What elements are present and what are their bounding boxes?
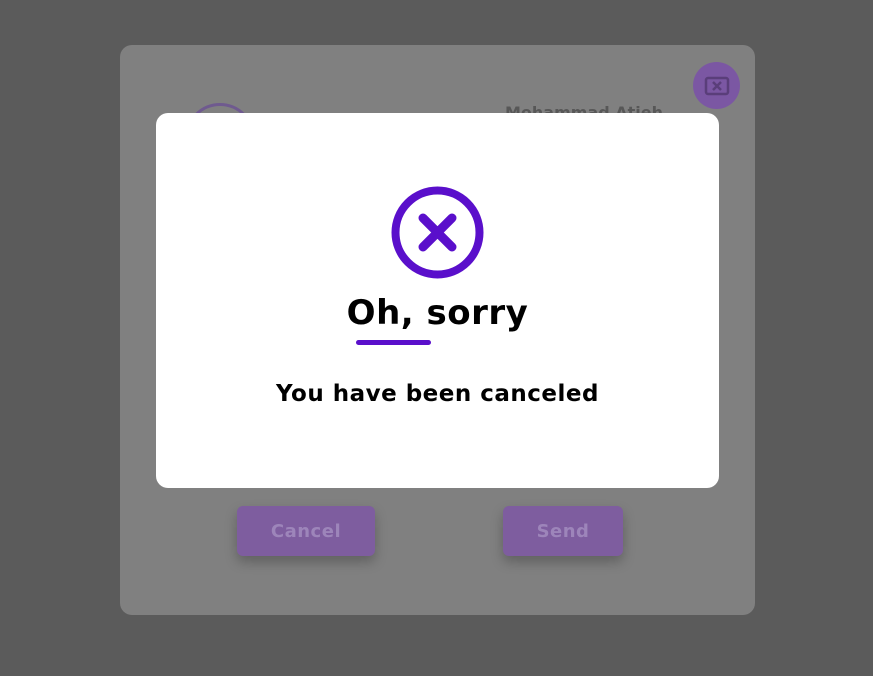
dialog-title: Oh, sorry xyxy=(346,293,529,333)
cancel-dialog: Oh, sorry You have been canceled xyxy=(156,113,719,488)
background-close-button[interactable] xyxy=(693,62,740,109)
title-underline xyxy=(356,340,431,345)
close-window-icon xyxy=(704,76,729,95)
cancel-button[interactable]: Cancel xyxy=(237,506,375,556)
cancel-circle-icon xyxy=(391,186,484,279)
dialog-message: You have been canceled xyxy=(276,381,599,407)
send-button[interactable]: Send xyxy=(503,506,623,556)
